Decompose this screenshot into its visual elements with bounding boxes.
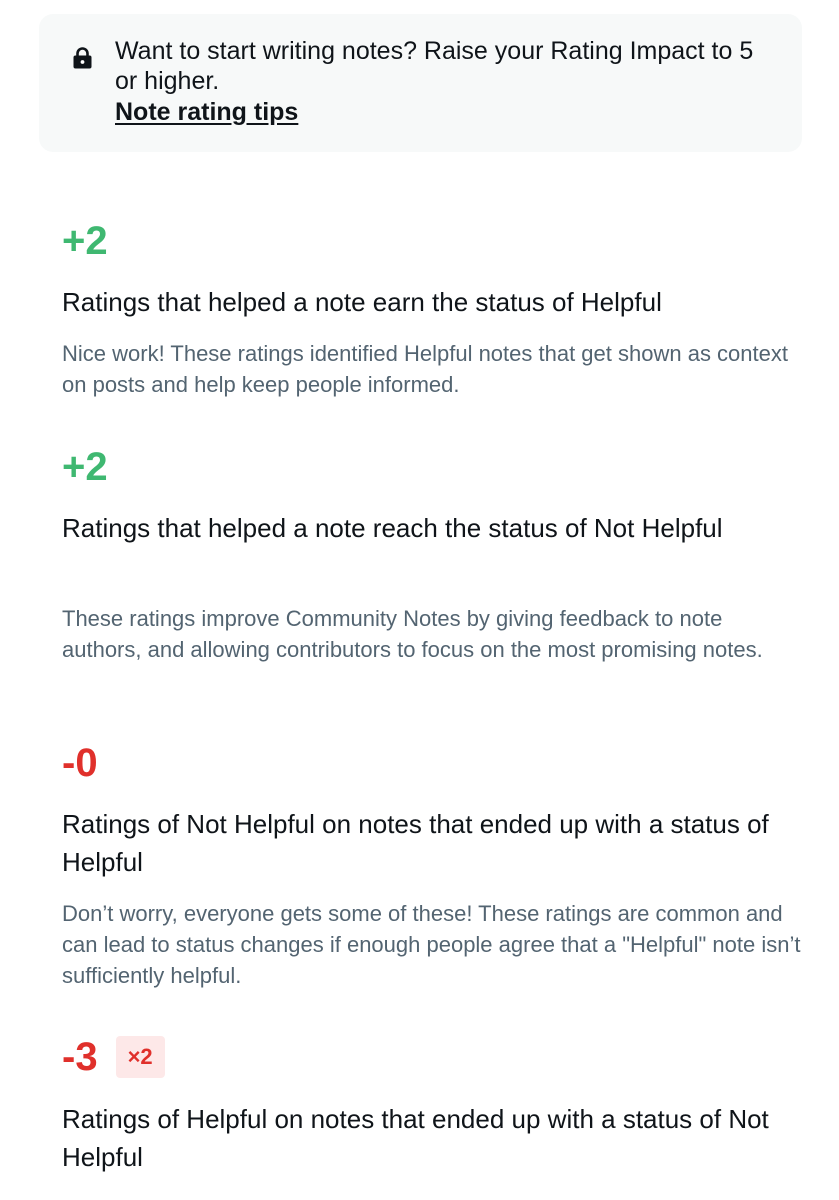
section-heading: Ratings of Helpful on notes that ended u… (62, 1104, 769, 1172)
banner-message: Want to start writing notes? Raise your … (115, 37, 754, 95)
section-description-wrap: Don’t worry, everyone gets some of these… (62, 898, 802, 991)
rating-section-not-helpful-reached: +2 (62, 445, 802, 489)
impact-score: -0 (62, 741, 98, 785)
impact-score: +2 (62, 219, 108, 263)
section-heading: Ratings of Not Helpful on notes that end… (62, 809, 769, 877)
note-rating-tips-link[interactable]: Note rating tips (115, 97, 298, 127)
page: Want to start writing notes? Raise your … (0, 0, 839, 1200)
lock-icon (73, 47, 92, 69)
section-heading: Ratings that helped a note earn the stat… (62, 287, 662, 317)
multiplier-badge: ×2 (115, 1036, 165, 1078)
section-heading-wrap: Ratings of Helpful on notes that ended u… (62, 1100, 802, 1176)
section-description-wrap: Nice work! These ratings identified Help… (62, 338, 802, 400)
section-description: Don’t worry, everyone gets some of these… (62, 901, 801, 988)
rating-section-helpful-earned: +2 (62, 219, 802, 263)
rating-section-not-helpful-on-helpful: -0 (62, 741, 802, 785)
section-heading-wrap: Ratings that helped a note earn the stat… (62, 283, 802, 321)
rating-section-helpful-on-not-helpful: -3 ×2 (62, 1035, 802, 1079)
writing-notes-banner: Want to start writing notes? Raise your … (39, 14, 802, 152)
section-description: These ratings improve Community Notes by… (62, 606, 763, 662)
section-heading-wrap: Ratings that helped a note reach the sta… (62, 509, 802, 547)
impact-row: -3 ×2 (62, 1035, 802, 1079)
impact-score: -3 (62, 1035, 98, 1079)
impact-score: +2 (62, 445, 108, 489)
section-description-wrap: These ratings improve Community Notes by… (62, 603, 802, 665)
section-heading-wrap: Ratings of Not Helpful on notes that end… (62, 805, 802, 881)
section-heading: Ratings that helped a note reach the sta… (62, 513, 723, 543)
section-description: Nice work! These ratings identified Help… (62, 341, 788, 397)
